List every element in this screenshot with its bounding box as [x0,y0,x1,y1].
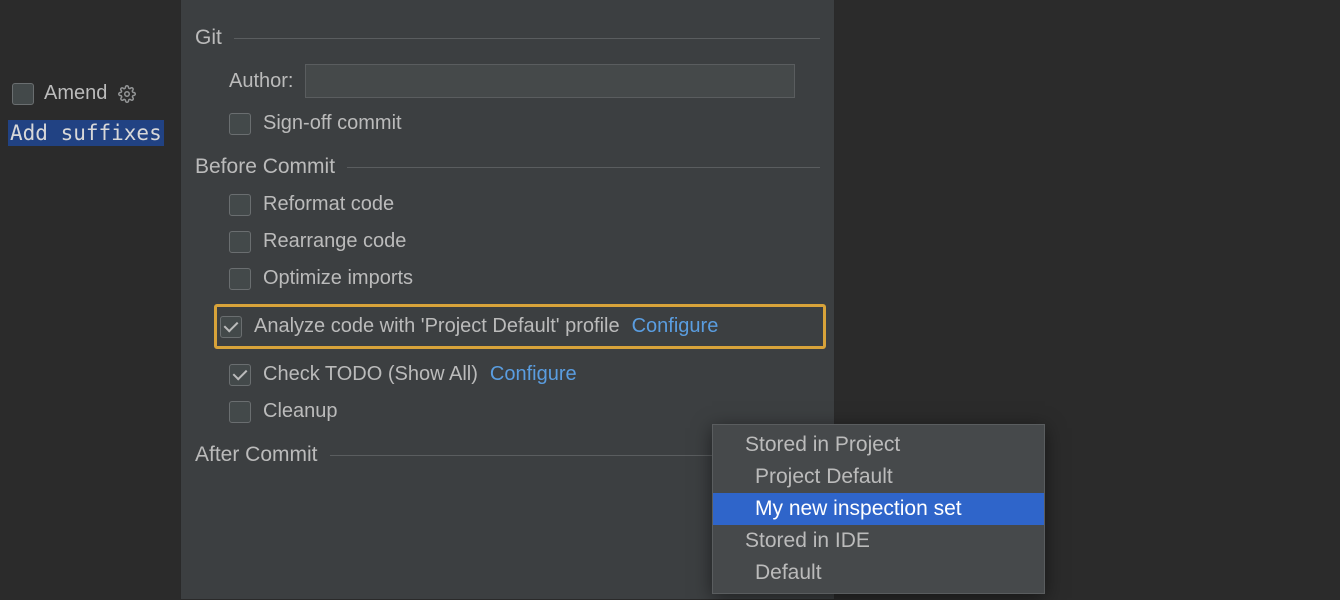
amend-checkbox[interactable] [12,83,34,105]
amend-label: Amend [44,82,107,105]
gear-icon[interactable] [117,84,137,104]
check-todo-row[interactable]: Check TODO (Show All) Configure [229,363,820,386]
rearrange-code-label: Rearrange code [263,230,406,253]
signoff-row[interactable]: Sign-off commit [229,112,820,135]
divider [234,38,820,39]
dropdown-item-my-new-inspection-set[interactable]: My new inspection set [713,493,1044,525]
analyze-code-checkbox[interactable] [220,316,242,338]
rearrange-code-row[interactable]: Rearrange code [229,230,820,253]
before-commit-title: Before Commit [195,155,335,179]
divider [347,167,820,168]
analyze-code-row[interactable]: Analyze code with 'Project Default' prof… [220,315,815,338]
reformat-code-label: Reformat code [263,193,394,216]
check-todo-label: Check TODO (Show All) [263,363,478,386]
check-todo-configure-link[interactable]: Configure [490,363,577,386]
after-commit-title: After Commit [195,443,318,467]
reformat-code-row[interactable]: Reformat code [229,193,820,216]
before-commit-section-header: Before Commit [195,155,820,179]
dropdown-group-stored-ide: Stored in IDE [713,525,1044,557]
git-section-header: Git [195,26,820,50]
inspection-profile-dropdown[interactable]: Stored in Project Project Default My new… [712,424,1045,594]
author-label: Author: [229,70,293,93]
amend-row: Amend [12,82,137,105]
git-section-title: Git [195,26,222,50]
commit-message-text[interactable]: Add suffixes [8,120,164,146]
optimize-imports-label: Optimize imports [263,267,413,290]
signoff-checkbox[interactable] [229,113,251,135]
dropdown-item-project-default[interactable]: Project Default [713,461,1044,493]
signoff-label: Sign-off commit [263,112,402,135]
check-todo-checkbox[interactable] [229,364,251,386]
reformat-code-checkbox[interactable] [229,194,251,216]
analyze-code-highlight: Analyze code with 'Project Default' prof… [214,304,826,349]
analyze-code-configure-link[interactable]: Configure [632,315,719,338]
rearrange-code-checkbox[interactable] [229,231,251,253]
cleanup-label: Cleanup [263,400,338,423]
optimize-imports-checkbox[interactable] [229,268,251,290]
analyze-code-label: Analyze code with 'Project Default' prof… [254,315,620,338]
cleanup-row[interactable]: Cleanup [229,400,820,423]
author-input[interactable] [305,64,795,98]
commit-left-pane: Amend Add suffixes [0,0,180,600]
dropdown-item-default[interactable]: Default [713,557,1044,589]
dropdown-group-stored-project: Stored in Project [713,429,1044,461]
author-row: Author: [229,64,820,98]
optimize-imports-row[interactable]: Optimize imports [229,267,820,290]
cleanup-checkbox[interactable] [229,401,251,423]
